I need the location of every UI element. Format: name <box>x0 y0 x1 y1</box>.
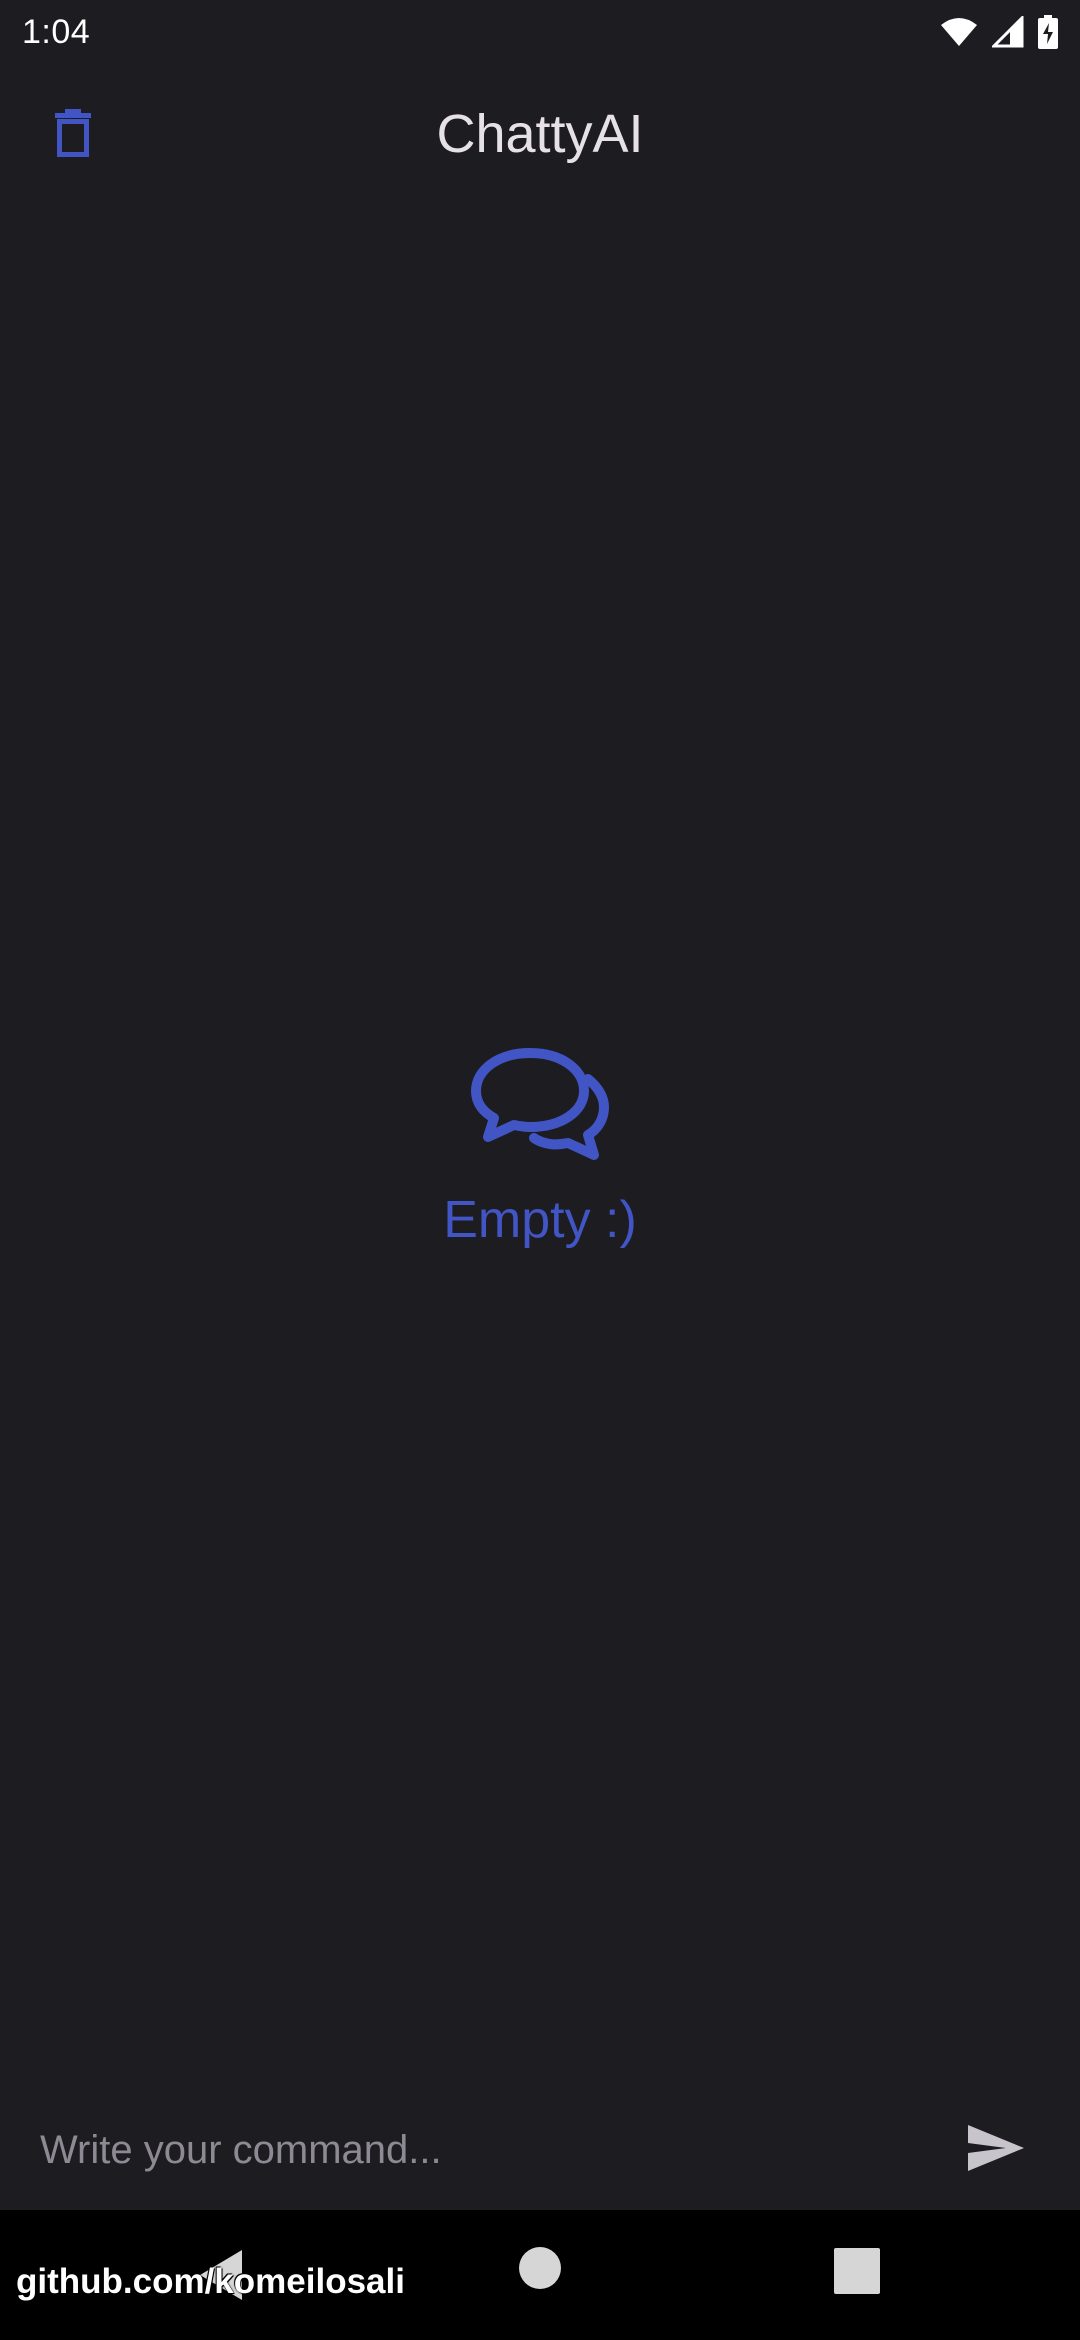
status-time: 1:04 <box>22 12 91 51</box>
send-icon <box>966 2123 1026 2178</box>
home-icon[interactable] <box>518 2246 562 2295</box>
watermark-text: github.com/komeilosali <box>16 2262 405 2301</box>
delete-chat-button[interactable] <box>30 100 116 170</box>
empty-state: Empty :) <box>0 1045 1080 1250</box>
wifi-icon <box>940 17 978 47</box>
status-bar: 1:04 <box>0 0 1080 64</box>
empty-label: Empty :) <box>443 1191 637 1249</box>
chat-bubbles-icon <box>470 1045 610 1168</box>
trash-icon <box>55 108 91 162</box>
battery-charging-icon <box>1038 15 1058 49</box>
input-bar <box>0 2090 1080 2210</box>
send-button[interactable] <box>946 2100 1046 2200</box>
command-input[interactable] <box>40 2100 946 2200</box>
recents-icon[interactable] <box>834 2248 880 2299</box>
signal-icon <box>992 16 1024 48</box>
app-title: ChattyAI <box>436 104 644 164</box>
status-icons <box>940 15 1058 49</box>
app-bar: ChattyAI <box>0 64 1080 204</box>
